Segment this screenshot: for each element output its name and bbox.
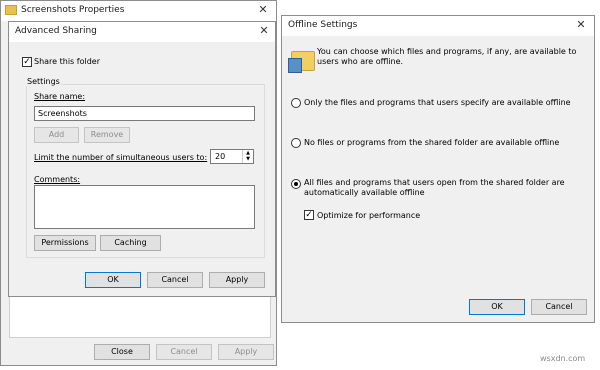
limit-users-value: 20 [215, 152, 226, 161]
comments-label: Comments: [34, 175, 81, 184]
limit-users-label: Limit the number of simultaneous users t… [34, 153, 208, 162]
optimize-label: Optimize for performance [317, 211, 421, 220]
advanced-sharing-dialog: Advanced Sharing ✕ ✓ Share this folder S… [8, 21, 276, 297]
advanced-sharing-titlebar: Advanced Sharing ✕ [9, 22, 275, 42]
radio-user-specified-label[interactable]: Only the files and programs that users s… [304, 98, 571, 107]
offline-settings-title: Offline Settings [288, 20, 358, 30]
share-folder-label: Share this folder [34, 57, 100, 66]
screenshots-properties-titlebar: Screenshots Properties ✕ [1, 1, 276, 21]
share-folder-checkbox[interactable]: ✓ [22, 57, 32, 67]
caching-button[interactable]: Caching [100, 235, 161, 251]
share-name-input[interactable]: Screenshots [34, 106, 255, 121]
radio-none-offline-label[interactable]: No files or programs from the shared fol… [304, 138, 559, 147]
screenshots-properties-title: Screenshots Properties [21, 5, 125, 15]
advanced-sharing-title: Advanced Sharing [15, 26, 97, 36]
cancel-button[interactable]: Cancel [531, 299, 587, 315]
apply-button[interactable]: Apply [218, 344, 274, 360]
settings-group-label: Settings [26, 77, 61, 86]
limit-users-stepper[interactable]: 20 ▲ ▼ [210, 149, 254, 164]
add-button[interactable]: Add [34, 127, 79, 143]
offline-badge-icon [288, 58, 302, 73]
radio-none-offline[interactable] [291, 138, 301, 148]
share-name-value: Screenshots [38, 109, 87, 118]
close-icon[interactable]: ✕ [572, 17, 590, 33]
remove-button[interactable]: Remove [84, 127, 130, 143]
apply-button[interactable]: Apply [209, 272, 265, 288]
close-button[interactable]: Close [94, 344, 150, 360]
comments-textarea[interactable] [34, 185, 255, 229]
tab-content-panel [9, 297, 271, 338]
radio-all-offline[interactable] [291, 179, 301, 189]
radio-user-specified[interactable] [291, 98, 301, 108]
offline-description: You can choose which files and programs,… [317, 47, 577, 66]
cancel-button[interactable]: Cancel [147, 272, 203, 288]
radio-all-offline-label[interactable]: All files and programs that users open f… [304, 178, 586, 198]
offline-settings-dialog: Offline Settings ✕ You can choose which … [281, 15, 595, 323]
cancel-button[interactable]: Cancel [156, 344, 212, 360]
spin-down-icon[interactable]: ▼ [242, 156, 253, 163]
folder-icon [5, 5, 17, 15]
close-icon[interactable]: ✕ [255, 23, 273, 39]
optimize-checkbox[interactable]: ✓ [304, 210, 314, 220]
offline-settings-titlebar: Offline Settings ✕ [282, 16, 594, 36]
close-icon[interactable]: ✕ [254, 2, 272, 18]
ok-button[interactable]: OK [85, 272, 141, 288]
permissions-button[interactable]: Permissions [34, 235, 96, 251]
ok-button[interactable]: OK [469, 299, 525, 315]
share-name-label: Share name: [34, 92, 86, 101]
watermark: wsxdn.com [540, 354, 586, 363]
